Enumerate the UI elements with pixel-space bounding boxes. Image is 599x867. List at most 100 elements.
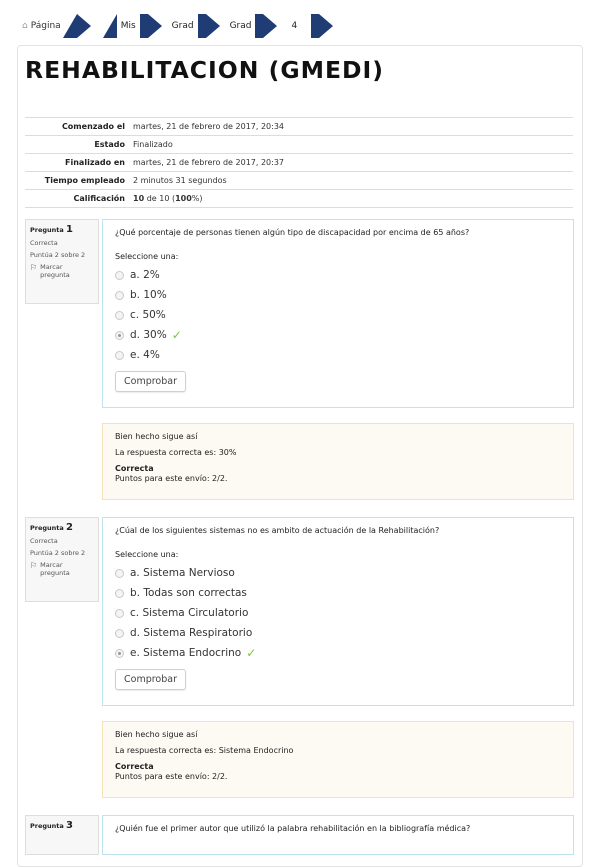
- answer-option[interactable]: b. Todas son correctas: [115, 583, 561, 603]
- answer-label: d. 30%: [130, 329, 167, 341]
- points-earned: Puntos para este envío: 2/2.: [115, 474, 228, 483]
- radio-button[interactable]: [115, 608, 124, 618]
- answer-label: e. Sistema Endocrino: [130, 647, 242, 659]
- breadcrumb-home-label: Página: [30, 21, 61, 31]
- answer-label: b. 10%: [130, 289, 167, 301]
- question-label: Pregunta: [30, 524, 64, 532]
- breadcrumb-separator: [255, 14, 278, 38]
- answer-label: b. Todas son correctas: [130, 587, 247, 599]
- answer-option[interactable]: c. 50%: [115, 305, 561, 325]
- question-content-3: ¿Quién fue el primer autor que utilizó l…: [102, 815, 574, 855]
- answer-option[interactable]: e. 4%: [115, 345, 561, 365]
- question-number-value: 3: [66, 820, 74, 831]
- radio-button[interactable]: [115, 628, 124, 638]
- summary-value: Finalizado: [133, 140, 173, 149]
- question-text: ¿Qué porcentaje de personas tienen algún…: [115, 228, 470, 237]
- question-number: Pregunta 2: [30, 522, 94, 533]
- radio-button-checked[interactable]: [115, 330, 124, 340]
- question-feedback-1: Bien hecho sigue así La respuesta correc…: [102, 423, 574, 500]
- answer-label: a. 2%: [130, 269, 160, 281]
- question-text: ¿Quién fue el primer autor que utilizó l…: [115, 824, 471, 833]
- breadcrumb: ⌂ Página Mis Grad Grad 4: [22, 14, 334, 38]
- question-number: Pregunta 3: [30, 820, 94, 831]
- summary-row-finished: Finalizado en martes, 21 de febrero de 2…: [25, 153, 573, 171]
- summary-key: Calificación: [73, 194, 126, 203]
- question-score: Puntúa 2 sobre 2: [30, 251, 86, 259]
- question-feedback-2: Bien hecho sigue así La respuesta correc…: [102, 721, 574, 798]
- question-number: Pregunta 1: [30, 224, 94, 235]
- breadcrumb-item-mis[interactable]: Mis: [117, 21, 140, 31]
- question-label: Pregunta: [30, 226, 64, 234]
- summary-key: Finalizado en: [65, 158, 125, 167]
- grade-score: 10: [133, 194, 145, 203]
- question-status: Correcta: [30, 239, 58, 247]
- flag-icon: ⚐: [30, 263, 38, 272]
- radio-button-checked[interactable]: [115, 648, 124, 658]
- check-icon: ✓: [246, 646, 257, 660]
- breadcrumb-separator: [62, 14, 91, 38]
- radio-button[interactable]: [115, 310, 124, 320]
- radio-button[interactable]: [115, 290, 124, 300]
- check-icon: ✓: [171, 328, 182, 342]
- radio-button[interactable]: [115, 350, 124, 360]
- check-button[interactable]: Comprobar: [115, 371, 186, 392]
- summary-value: 2 minutos 31 segundos: [133, 176, 227, 185]
- summary-row-grade: Calificación 10 de 10 (100%): [25, 189, 573, 208]
- breadcrumb-item-grad-2[interactable]: Grad: [226, 21, 256, 31]
- radio-button[interactable]: [115, 588, 124, 598]
- question-number-value: 2: [66, 522, 74, 533]
- flag-question-link[interactable]: ⚐ Marcar pregunta: [30, 561, 94, 577]
- answer-prompt: Seleccione una:: [115, 252, 179, 261]
- breadcrumb-separator: [139, 14, 162, 38]
- grade-out-of: de 10 (: [146, 194, 176, 203]
- answer-option[interactable]: d. Sistema Respiratorio: [115, 623, 561, 643]
- question-text: ¿Cúal de los siguientes sistemas no es a…: [115, 526, 440, 535]
- summary-row-started: Comenzado el martes, 21 de febrero de 20…: [25, 117, 573, 135]
- answer-option[interactable]: a. 2%: [115, 265, 561, 285]
- summary-value: martes, 21 de febrero de 2017, 20:34: [133, 122, 285, 131]
- answer-option[interactable]: a. Sistema Nervioso: [115, 563, 561, 583]
- breadcrumb-home[interactable]: ⌂ Página: [22, 21, 61, 31]
- answer-option[interactable]: c. Sistema Circulatorio: [115, 603, 561, 623]
- question-number-value: 1: [66, 224, 74, 235]
- question-score: Puntúa 2 sobre 2: [30, 549, 86, 557]
- breadcrumb-item-4[interactable]: 4: [287, 21, 301, 31]
- question-info-1: Pregunta 1 Correcta Puntúa 2 sobre 2 ⚐ M…: [25, 219, 99, 304]
- general-feedback: Bien hecho sigue así: [115, 730, 198, 739]
- answer-option-selected[interactable]: d. 30% ✓: [115, 325, 561, 345]
- breadcrumb-item-grad-1[interactable]: Grad: [168, 21, 198, 31]
- question-label: Pregunta: [30, 822, 64, 830]
- flag-question-label: Marcar pregunta: [40, 263, 70, 279]
- answer-prompt: Seleccione una:: [115, 550, 179, 559]
- answer-option[interactable]: b. 10%: [115, 285, 561, 305]
- check-button[interactable]: Comprobar: [115, 669, 186, 690]
- summary-row-time: Tiempo empleado 2 minutos 31 segundos: [25, 171, 573, 189]
- flag-question-link[interactable]: ⚐ Marcar pregunta: [30, 263, 94, 279]
- radio-button[interactable]: [115, 270, 124, 280]
- points-earned: Puntos para este envío: 2/2.: [115, 772, 228, 781]
- question-info-2: Pregunta 2 Correcta Puntúa 2 sobre 2 ⚐ M…: [25, 517, 99, 602]
- question-content-2: ¿Cúal de los siguientes sistemas no es a…: [102, 517, 574, 706]
- answer-label: d. Sistema Respiratorio: [130, 627, 253, 639]
- question-status: Correcta: [30, 537, 58, 545]
- summary-key: Estado: [94, 140, 125, 149]
- answer-label: c. Sistema Circulatorio: [130, 607, 249, 619]
- radio-button[interactable]: [115, 568, 124, 578]
- flag-question-label: Marcar pregunta: [40, 561, 70, 577]
- question-info-3: Pregunta 3: [25, 815, 99, 855]
- question-content-1: ¿Qué porcentaje de personas tienen algún…: [102, 219, 574, 408]
- right-answer: La respuesta correcta es: Sistema Endocr…: [115, 746, 294, 755]
- flag-icon: ⚐: [30, 561, 38, 570]
- attempt-summary-table: Comenzado el martes, 21 de febrero de 20…: [25, 117, 573, 208]
- answer-label: c. 50%: [130, 309, 166, 321]
- breadcrumb-separator: [102, 14, 117, 38]
- right-answer: La respuesta correcta es: 30%: [115, 448, 237, 457]
- grade-percent-suffix: %): [191, 194, 203, 203]
- breadcrumb-separator: [311, 14, 334, 38]
- grade-value: 10 de 10 (100%): [133, 194, 203, 203]
- home-icon: ⌂: [22, 21, 28, 31]
- general-feedback: Bien hecho sigue así: [115, 432, 198, 441]
- summary-key: Tiempo empleado: [44, 176, 125, 185]
- answer-option-selected[interactable]: e. Sistema Endocrino ✓: [115, 643, 561, 663]
- summary-row-state: Estado Finalizado: [25, 135, 573, 153]
